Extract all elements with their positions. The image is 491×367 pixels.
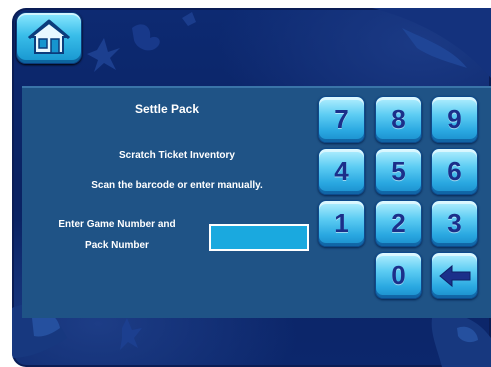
key-4[interactable]: 4 xyxy=(318,148,365,195)
home-button[interactable] xyxy=(16,12,82,64)
key-7[interactable]: 7 xyxy=(318,96,365,143)
entry-prompt-line2: Pack Number xyxy=(85,240,149,251)
key-8[interactable]: 8 xyxy=(375,96,422,143)
page-title: Settle Pack xyxy=(134,102,200,116)
key-9[interactable]: 9 xyxy=(431,96,478,143)
key-2[interactable]: 2 xyxy=(375,200,422,247)
key-1[interactable]: 1 xyxy=(318,200,365,247)
key-5[interactable]: 5 xyxy=(375,148,422,195)
entry-prompt-line1: Enter Game Number and xyxy=(58,219,176,230)
backspace-button[interactable] xyxy=(431,252,478,299)
key-6[interactable]: 6 xyxy=(431,148,478,195)
left-arrow-icon xyxy=(438,264,470,287)
game-pack-number-input[interactable] xyxy=(209,224,309,251)
settle-pack-panel: Settle Pack Scratch Ticket Inventory Sca… xyxy=(22,86,491,318)
home-icon xyxy=(28,19,70,54)
subtitle: Scratch Ticket Inventory xyxy=(119,150,235,161)
key-3[interactable]: 3 xyxy=(431,200,478,247)
instruction-text: Scan the barcode or enter manually. xyxy=(91,180,263,191)
key-0[interactable]: 0 xyxy=(375,252,422,299)
kiosk-screen: Settle Pack Scratch Ticket Inventory Sca… xyxy=(12,8,491,367)
